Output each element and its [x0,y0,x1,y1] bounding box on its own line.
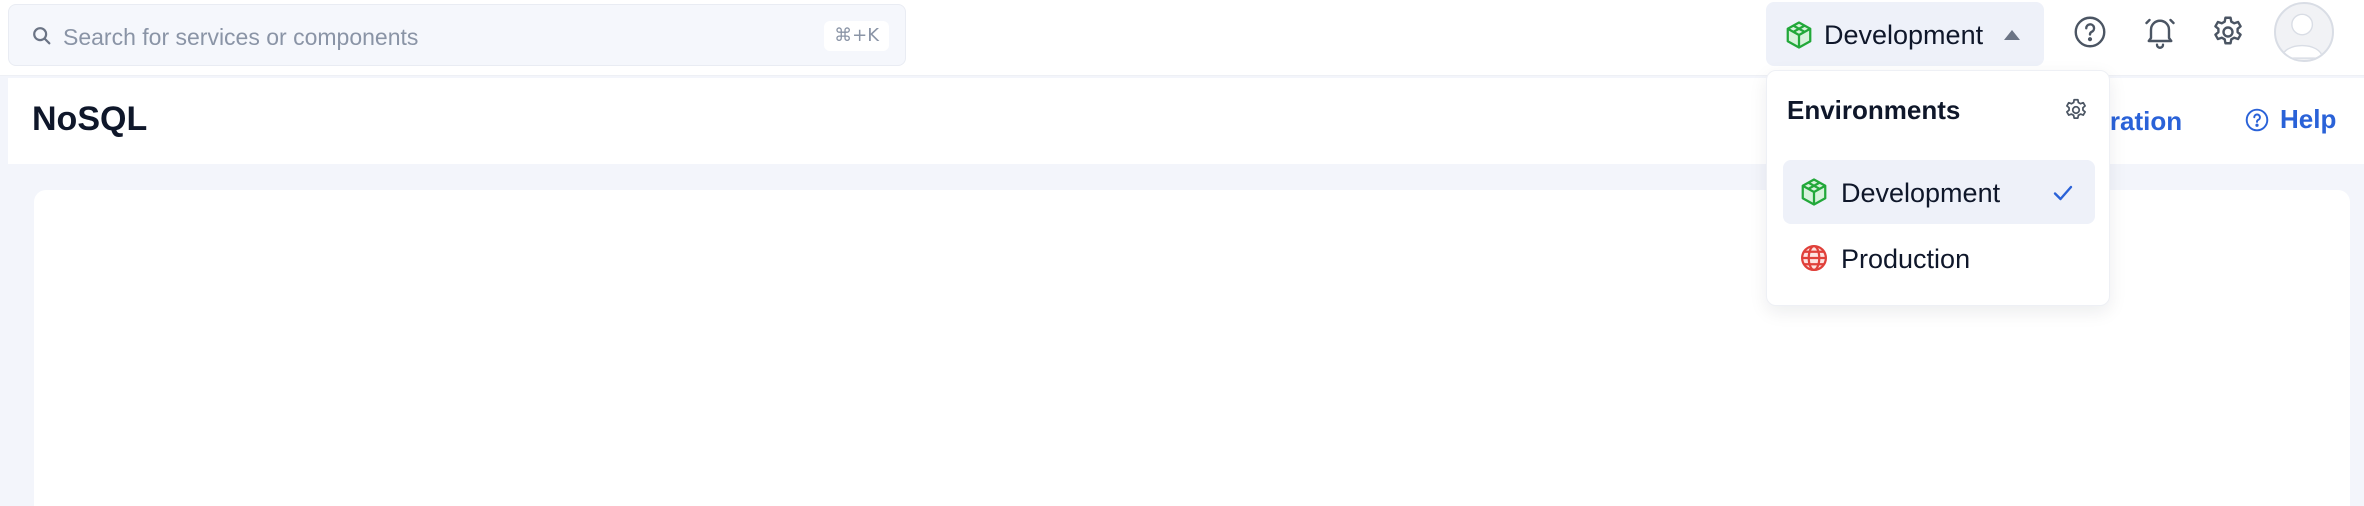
environment-selector-button[interactable]: Development [1766,2,2044,66]
environment-current-label: Development [1824,20,1984,50]
dropdown-title: Environments [1787,95,1961,125]
environment-option-production[interactable]: Production [1783,226,2095,290]
bell-icon[interactable] [2142,14,2178,50]
search-bar[interactable]: Search for services or components ⌘+K [8,4,906,66]
help-circle-icon[interactable] [2072,14,2108,50]
gear-icon[interactable] [2063,97,2089,123]
user-avatar[interactable] [2274,2,2334,62]
check-icon [2053,185,2073,201]
page-title: NoSQL [32,100,148,138]
search-icon [33,27,51,45]
gear-icon[interactable] [2210,14,2246,50]
environment-option-development[interactable]: Development [1783,160,2095,224]
environment-option-label: Production [1841,244,1971,274]
search-shortcut: ⌘+K [824,21,889,51]
help-label: Help [2280,104,2337,134]
help-circle-icon [2245,108,2269,131]
search-placeholder: Search for services or components [63,24,419,50]
cube-icon [1786,21,1812,49]
help-link[interactable]: Help [2244,104,2336,135]
environment-option-label: Development [1841,178,2001,208]
caret-up-icon [2004,30,2020,40]
environments-dropdown: Environments Development Production [1766,70,2110,306]
cube-icon [1801,178,1827,206]
top-bar: Search for services or components ⌘+K De… [0,0,2364,76]
globe-icon [1801,245,1827,271]
avatar-silhouette-icon [2280,13,2324,59]
